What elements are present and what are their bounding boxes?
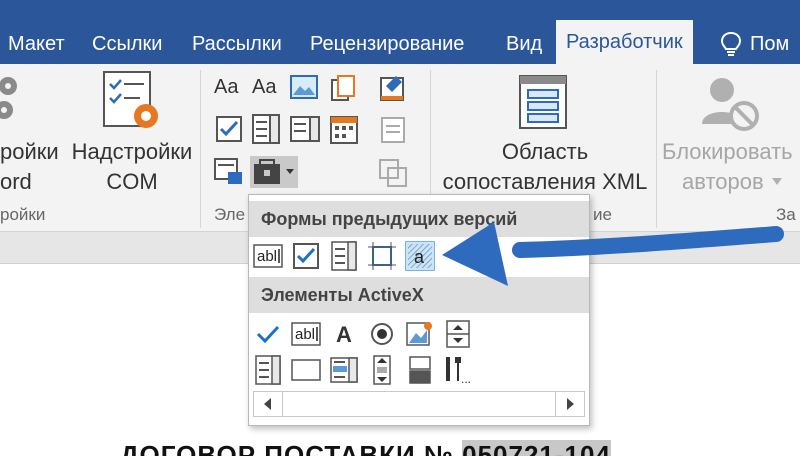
annotation-arrow [442,222,784,286]
